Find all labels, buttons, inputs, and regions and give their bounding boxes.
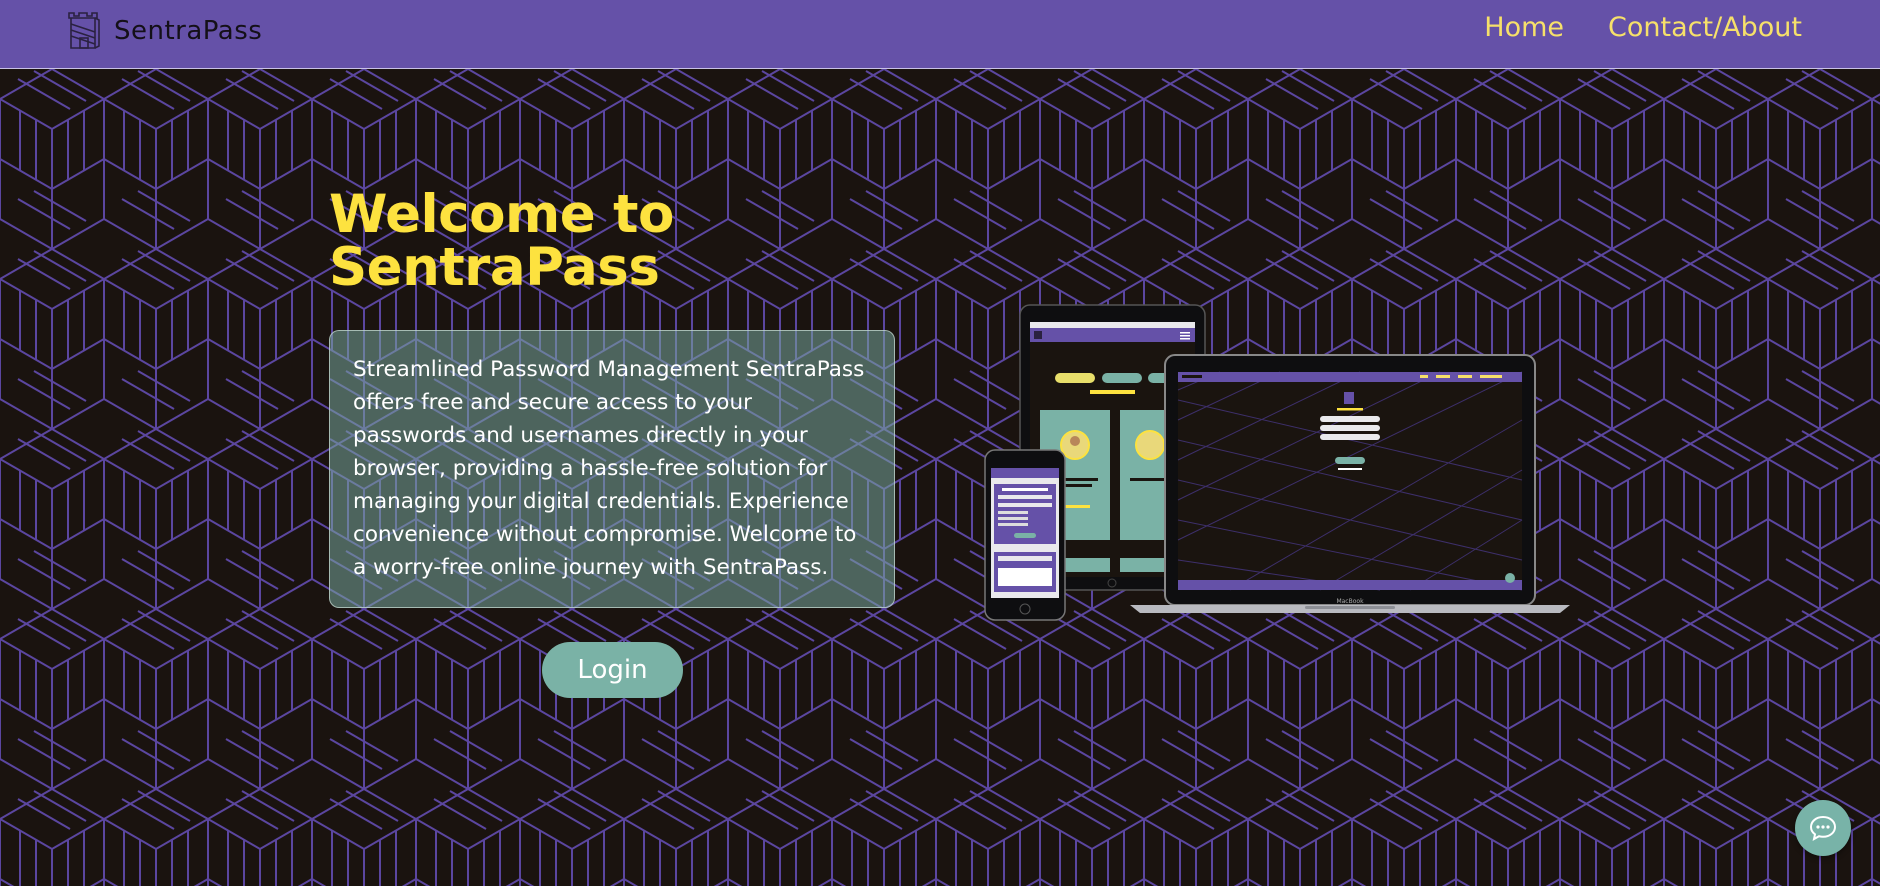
castle-icon	[68, 12, 100, 49]
top-navbar: SentraPass Home Contact/About	[0, 0, 1880, 69]
background-pattern	[0, 69, 1880, 886]
hero-title: Welcome to SentraPass	[329, 188, 674, 294]
chat-bubble-icon	[1809, 815, 1837, 841]
brand-name: SentraPass	[114, 16, 263, 46]
devices-mockup-image: MacBook	[980, 300, 1580, 625]
description-text: Streamlined Password Management SentraPa…	[353, 357, 865, 580]
brand[interactable]: SentraPass	[66, 10, 262, 52]
login-button[interactable]: Login	[542, 642, 683, 698]
hero-title-line1: Welcome to	[329, 184, 674, 245]
description-card: Streamlined Password Management SentraPa…	[329, 330, 895, 608]
nav-contact-about-link[interactable]: Contact/About	[1608, 12, 1802, 43]
hero-title-line2: SentraPass	[329, 237, 660, 298]
nav-links: Home Contact/About	[1484, 12, 1802, 43]
laptop-mockup: MacBook	[1130, 354, 1570, 613]
phone-mockup	[984, 449, 1066, 621]
chat-button[interactable]	[1795, 800, 1851, 856]
nav-home-link[interactable]: Home	[1484, 12, 1564, 43]
laptop-brand-label: MacBook	[1336, 598, 1364, 605]
